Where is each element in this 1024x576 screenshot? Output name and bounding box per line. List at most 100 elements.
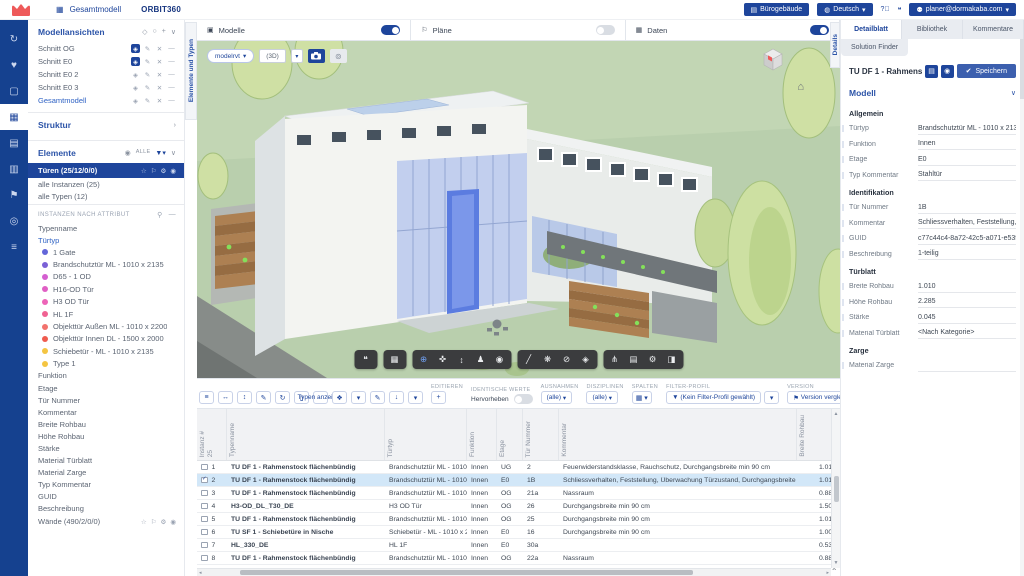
- attr-typenname[interactable]: Typenname: [28, 222, 184, 234]
- sidebar-item-tueren[interactable]: Türen (25/12/0/0) ☆ ⚐ ⚙ ◉: [28, 163, 184, 178]
- column-header[interactable]: Tür Nummer: [523, 409, 559, 460]
- delete-icon[interactable]: ✕: [155, 70, 164, 79]
- hierarchy-button[interactable]: ⋔: [605, 351, 624, 368]
- field-value[interactable]: 1-teilig: [918, 248, 1016, 260]
- filter-icon[interactable]: ▼▾: [155, 149, 165, 157]
- type-filter-item[interactable]: Schiebetür - ML - 1010 x 2135: [28, 345, 184, 357]
- row-checkbox[interactable]: [201, 542, 208, 549]
- header-instanz[interactable]: Instanz # 25: [197, 409, 227, 460]
- edit-icon[interactable]: ✎: [143, 44, 152, 53]
- details-scrollbar[interactable]: [1020, 39, 1024, 576]
- row-checkbox[interactable]: [201, 529, 208, 536]
- type-filter-item[interactable]: Brandschutztür ML - 1010 x 2135: [28, 258, 184, 270]
- sync-icon[interactable]: ◈: [131, 44, 140, 53]
- model-switcher[interactable]: Gesamtmodell: [70, 5, 122, 14]
- field-value[interactable]: Brandschutztür ML - 1010 x 2135: [918, 123, 1016, 135]
- tab-elemente-und-typen[interactable]: Elemente und Typen: [185, 22, 197, 120]
- sync-icon[interactable]: ◈: [131, 83, 140, 92]
- attribute-item[interactable]: Etage: [28, 382, 184, 394]
- sync-icon[interactable]: ◈: [131, 96, 140, 105]
- attribute-item[interactable]: GUID: [28, 491, 184, 503]
- edit-icon[interactable]: ✎: [143, 57, 152, 66]
- field-value[interactable]: Innen: [918, 138, 1016, 150]
- section-button[interactable]: ❋: [538, 351, 557, 368]
- remove-icon[interactable]: —: [167, 83, 176, 92]
- field-value[interactable]: <Nach Kategorie>: [918, 327, 1016, 339]
- tab-detailblatt[interactable]: Detailblatt: [841, 20, 902, 39]
- attribute-item[interactable]: Höhe Rohbau: [28, 430, 184, 442]
- gear-icon[interactable]: ⚙: [161, 518, 167, 526]
- field-value[interactable]: Schliessverhalten, Feststellung, Über: [918, 217, 1016, 229]
- projects-icon[interactable]: ▢: [0, 78, 28, 104]
- type-filter-item[interactable]: H3 OD Tür: [28, 296, 184, 308]
- row-checkbox[interactable]: [201, 516, 208, 523]
- building-button[interactable]: ▤ Bürogebäude: [744, 3, 810, 16]
- all-types-link[interactable]: alle Typen (12): [28, 190, 184, 202]
- filter-profil-dropdown[interactable]: ▼ (Kein Filter-Profil gewählt): [666, 391, 761, 404]
- add-view-icon[interactable]: +: [162, 28, 166, 36]
- field-value[interactable]: c77c44c4-8a72-42c5-a071-e53fd05...: [918, 233, 1016, 245]
- attribute-item[interactable]: Breite Rohbau: [28, 418, 184, 430]
- fit-width-button[interactable]: ↔: [218, 391, 233, 404]
- attribute-item[interactable]: Beschreibung: [28, 503, 184, 515]
- measure-button[interactable]: ╱: [519, 351, 538, 368]
- chat-icon[interactable]: ❝: [898, 6, 902, 14]
- flags-icon[interactable]: ⚑: [0, 182, 28, 208]
- modell-section-header[interactable]: Modell ∨: [841, 84, 1024, 102]
- field-value[interactable]: 0.045: [918, 312, 1016, 324]
- export-button[interactable]: ↓: [389, 391, 404, 404]
- pan-button[interactable]: ✜: [433, 351, 452, 368]
- pläne-toggle[interactable]: [596, 25, 615, 35]
- archive-icon[interactable]: ≡: [0, 234, 28, 260]
- edit-cells-button[interactable]: ✎: [256, 391, 271, 404]
- field-value[interactable]: E0: [918, 154, 1016, 166]
- typen-anzeigen-button[interactable]: Typen anzeigen: [313, 391, 328, 404]
- type-filter-item[interactable]: H16-OD Tür: [28, 283, 184, 295]
- edit-button[interactable]: ✎: [370, 391, 385, 404]
- sync-icon[interactable]: ◈: [131, 57, 140, 66]
- attribute-item[interactable]: Tür Nummer: [28, 394, 184, 406]
- ausnahmen-dropdown[interactable]: (alle) ▾: [541, 391, 573, 404]
- filter-profil-caret[interactable]: ▾: [764, 391, 779, 404]
- type-filter-item[interactable]: Objekttür Innen DL - 1500 x 2000: [28, 333, 184, 345]
- modellansichten-header[interactable]: Modellansichten ◇ ○ + ∨: [28, 20, 184, 42]
- field-value[interactable]: [918, 360, 1016, 372]
- gear-icon[interactable]: ⚙: [161, 167, 167, 175]
- star-icon[interactable]: ☆: [141, 167, 147, 175]
- table-row[interactable]: 5TU DF 1 - Rahmenstock flächenbündigBran…: [197, 513, 842, 526]
- delete-icon[interactable]: ✕: [155, 83, 164, 92]
- orbit-button[interactable]: ⊕: [414, 351, 433, 368]
- print-button[interactable]: ▤: [925, 65, 938, 78]
- models-icon[interactable]: ▦: [0, 104, 28, 130]
- type-filter-item[interactable]: Type 1: [28, 358, 184, 370]
- favorites-icon[interactable]: ♥: [0, 52, 28, 78]
- table-row[interactable]: 6TU SF 1 - Schiebetüre in NischeSchiebet…: [197, 526, 842, 539]
- remove-icon[interactable]: —: [167, 70, 176, 79]
- share-caret[interactable]: ▾: [351, 391, 366, 404]
- modelle-toggle[interactable]: [381, 25, 400, 35]
- type-filter-item[interactable]: Objekttür Außen ML - 1010 x 2200: [28, 320, 184, 332]
- column-header[interactable]: Typenname: [227, 409, 385, 460]
- attribute-item[interactable]: Typ Kommentar: [28, 479, 184, 491]
- support-icon[interactable]: ↻: [0, 26, 28, 52]
- settings-button[interactable]: ⚙: [643, 351, 662, 368]
- minimize-icon[interactable]: —: [169, 211, 176, 219]
- remove-icon[interactable]: —: [167, 57, 176, 66]
- table-horizontal-scrollbar[interactable]: ◂▸: [197, 568, 831, 576]
- tab-details-vertical[interactable]: Details: [830, 22, 840, 68]
- sidebar-item-waende[interactable]: Wände (490/2/0/0) ☆ ⚐ ⚙ ◉: [28, 515, 184, 528]
- visibility-button[interactable]: ◉: [941, 65, 954, 78]
- row-checkbox[interactable]: [201, 503, 208, 510]
- explode-button[interactable]: ◈: [576, 351, 595, 368]
- sync-icon[interactable]: ◈: [131, 70, 140, 79]
- tab-kommentare[interactable]: Kommentare: [963, 20, 1024, 39]
- model-view-item[interactable]: Schnitt E0 2◈✎✕—: [28, 68, 184, 81]
- collapse-icon[interactable]: ∨: [171, 149, 176, 157]
- disziplinen-dropdown[interactable]: (alle) ▾: [586, 391, 618, 404]
- fit-height-button[interactable]: ↕: [237, 391, 252, 404]
- all-instances-link[interactable]: alle Instanzen (25): [28, 178, 184, 190]
- home-view-icon[interactable]: ⌂: [797, 81, 804, 93]
- list-view-button[interactable]: ≡: [199, 391, 214, 404]
- spalten-dropdown[interactable]: ▦ ▾: [632, 391, 652, 404]
- zoom-button[interactable]: ↕: [452, 351, 471, 368]
